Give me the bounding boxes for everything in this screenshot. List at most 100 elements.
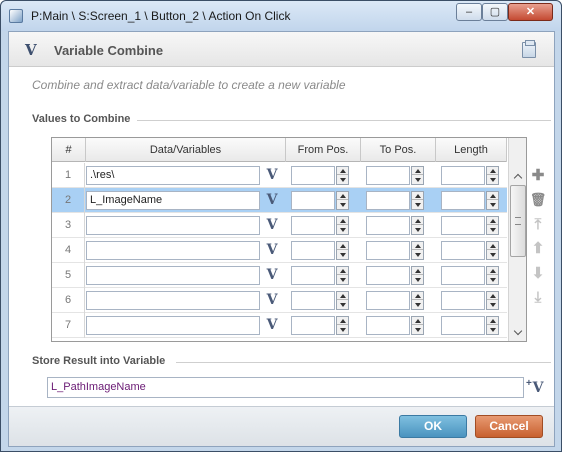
stepper-buttons[interactable] [411,316,424,335]
to-pos-input[interactable] [366,316,410,335]
move-down-icon[interactable]: ⬇ [529,264,547,282]
table-row[interactable]: 2 L_ImageName V [52,188,507,213]
cancel-button[interactable]: Cancel [475,415,543,438]
stepper-up-button[interactable] [487,292,498,300]
from-pos-input[interactable] [291,291,335,310]
data-variable-input[interactable] [86,291,260,310]
scroll-down-button[interactable] [510,324,526,340]
stepper-buttons[interactable] [486,291,499,310]
data-variable-input[interactable] [86,266,260,285]
stepper-down-button[interactable] [337,176,348,184]
stepper-up-button[interactable] [412,167,423,175]
to-pos-input[interactable] [366,166,410,185]
stepper-up-button[interactable] [487,267,498,275]
document-icon[interactable] [522,40,536,58]
table-row[interactable]: 6V [52,288,507,313]
stepper-down-button[interactable] [412,251,423,259]
stepper-up-button[interactable] [487,317,498,325]
from-pos-input[interactable] [291,316,335,335]
data-variable-input[interactable] [86,241,260,260]
to-pos-input[interactable] [366,266,410,285]
select-variable-icon[interactable]: V [262,241,282,260]
close-button[interactable]: ✕ [508,3,553,21]
stepper-down-button[interactable] [412,226,423,234]
select-variable-icon[interactable]: V [262,316,282,335]
minimize-button[interactable]: – [456,3,482,21]
stepper-buttons[interactable] [336,166,349,185]
to-pos-input[interactable] [366,291,410,310]
stepper-buttons[interactable] [411,216,424,235]
stepper-down-button[interactable] [412,276,423,284]
stepper-up-button[interactable] [337,242,348,250]
data-variable-input[interactable] [86,216,260,235]
data-variable-input[interactable]: .\res\ [86,166,260,185]
length-input[interactable] [441,191,485,210]
stepper-up-button[interactable] [337,317,348,325]
result-variable-input[interactable]: L_PathImageName [47,377,524,398]
stepper-down-button[interactable] [412,326,423,334]
stepper-buttons[interactable] [486,266,499,285]
stepper-buttons[interactable] [336,216,349,235]
from-pos-input[interactable] [291,266,335,285]
move-bottom-icon[interactable]: ⤓ [529,288,547,306]
stepper-up-button[interactable] [337,292,348,300]
stepper-up-button[interactable] [487,242,498,250]
stepper-up-button[interactable] [412,192,423,200]
stepper-buttons[interactable] [486,316,499,335]
from-pos-input[interactable] [291,241,335,260]
table-row[interactable]: 1 .\res\ V [52,163,507,188]
stepper-buttons[interactable] [486,191,499,210]
select-variable-icon[interactable]: V [262,191,282,210]
table-row[interactable]: 5V [52,263,507,288]
select-result-variable-button[interactable]: + V [526,378,548,398]
stepper-down-button[interactable] [487,176,498,184]
stepper-down-button[interactable] [487,251,498,259]
stepper-down-button[interactable] [487,226,498,234]
from-pos-input[interactable] [291,216,335,235]
stepper-buttons[interactable] [486,216,499,235]
table-row[interactable]: 3V [52,213,507,238]
length-input[interactable] [441,316,485,335]
data-variable-input[interactable]: L_ImageName [86,191,260,210]
stepper-down-button[interactable] [337,201,348,209]
from-pos-input[interactable] [291,191,335,210]
stepper-up-button[interactable] [337,167,348,175]
add-row-icon[interactable]: ✚ [529,166,547,184]
select-variable-icon[interactable]: V [262,166,282,185]
stepper-up-button[interactable] [487,192,498,200]
length-input[interactable] [441,266,485,285]
stepper-down-button[interactable] [412,201,423,209]
move-top-icon[interactable]: ⤒ [529,215,547,233]
scroll-up-button[interactable] [510,168,526,184]
table-row[interactable]: 4V [52,238,507,263]
stepper-buttons[interactable] [336,191,349,210]
ok-button[interactable]: OK [399,415,467,438]
length-input[interactable] [441,291,485,310]
stepper-buttons[interactable] [411,191,424,210]
to-pos-input[interactable] [366,241,410,260]
stepper-down-button[interactable] [487,201,498,209]
stepper-down-button[interactable] [487,326,498,334]
stepper-up-button[interactable] [337,217,348,225]
stepper-buttons[interactable] [336,291,349,310]
from-pos-input[interactable] [291,166,335,185]
select-variable-icon[interactable]: V [262,266,282,285]
stepper-down-button[interactable] [337,276,348,284]
stepper-up-button[interactable] [412,242,423,250]
grid-scrollbar[interactable] [508,138,526,341]
stepper-down-button[interactable] [412,301,423,309]
to-pos-input[interactable] [366,191,410,210]
length-input[interactable] [441,166,485,185]
stepper-down-button[interactable] [337,226,348,234]
stepper-up-button[interactable] [412,292,423,300]
stepper-down-button[interactable] [487,276,498,284]
stepper-up-button[interactable] [337,267,348,275]
stepper-up-button[interactable] [412,217,423,225]
stepper-up-button[interactable] [487,167,498,175]
stepper-buttons[interactable] [486,241,499,260]
stepper-up-button[interactable] [412,317,423,325]
title-bar[interactable]: P:Main \ S:Screen_1 \ Button_2 \ Action … [1,1,561,31]
stepper-buttons[interactable] [486,166,499,185]
stepper-buttons[interactable] [336,316,349,335]
stepper-buttons[interactable] [411,166,424,185]
